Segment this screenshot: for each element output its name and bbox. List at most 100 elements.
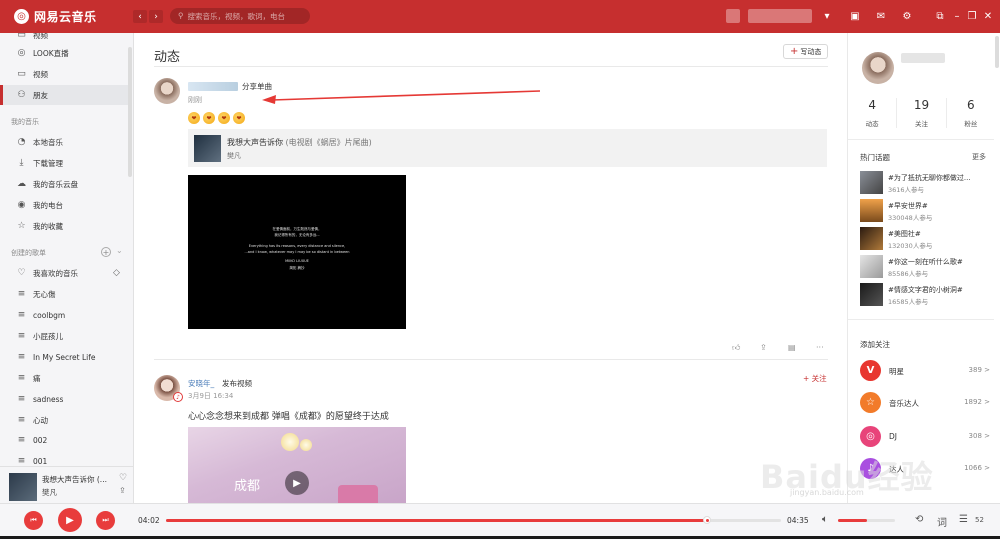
recommend-item-music-expert[interactable]: ☆ 音乐达人 1892 > [860, 392, 990, 414]
kiss-emoji-icon: ❤ [203, 112, 215, 124]
user-name-blurred[interactable] [901, 53, 945, 63]
search-input[interactable] [187, 11, 303, 21]
recommend-item-star[interactable]: V 明星 389 > [860, 360, 990, 382]
song-artist[interactable]: 樊凡 [227, 151, 241, 161]
stat-posts[interactable]: 4 动态 [848, 98, 898, 128]
follow-button[interactable]: + 关注 [803, 373, 827, 384]
topic-item[interactable]: #情感文字君的小树洞# 16585人参与 [860, 283, 990, 307]
playlist-item[interactable]: ≡ In My Secret Life [0, 347, 130, 367]
right-scrollbar[interactable] [995, 36, 999, 68]
sidebar-item-label: 我的收藏 [33, 221, 63, 231]
more-topics-link[interactable]: 更多 [972, 152, 986, 162]
user-name-blurred[interactable] [748, 9, 812, 23]
song-subtitle: (电视剧《蜗居》片尾曲) [285, 138, 372, 147]
progress-bar[interactable] [166, 516, 781, 524]
stat-label: 动态 [865, 120, 879, 128]
topic-item[interactable]: #美图社# 132030人参与 [860, 227, 990, 251]
topic-count: 3616人参与 [888, 186, 925, 194]
avatar[interactable] [862, 52, 894, 84]
playlist-item[interactable]: ≡ 001 [0, 451, 130, 466]
sidebar-item-friends[interactable]: ⚇ 朋友 [0, 85, 130, 105]
playlist-item[interactable]: ≡ 002 [0, 430, 130, 450]
shared-song-card[interactable]: 我想大声告诉你 (电视剧《蜗居》片尾曲) 樊凡 [188, 129, 827, 167]
chevron-down-icon[interactable]: ⌄ [116, 246, 123, 255]
like-icon[interactable]: 👍︎ [732, 343, 740, 353]
sidebar-item-video[interactable]: ▭ 视频 [0, 64, 130, 84]
user-avatar-blurred[interactable] [726, 9, 740, 23]
play-icon[interactable]: ▶ [58, 508, 82, 532]
stat-followers[interactable]: 6 粉丝 [947, 98, 994, 128]
song-cover[interactable] [194, 135, 221, 162]
topic-item[interactable]: #你这一刻在听什么歌# 85586人参与 [860, 255, 990, 279]
music-expert-icon: ☆ [860, 392, 881, 413]
app-logo[interactable]: ◎ 网易云音乐 [14, 8, 97, 25]
sidebar-item-label: 视频 [33, 69, 48, 79]
loop-icon[interactable]: ⟲ [915, 514, 923, 525]
sidebar-item-local-music[interactable]: ◔ 本地音乐 [0, 132, 130, 152]
play-icon[interactable]: ▶ [285, 471, 309, 495]
now-playing-title: 我想大声告诉你 (... [42, 475, 107, 484]
video-label: 成都 [234, 479, 261, 494]
more-icon[interactable]: ··· [816, 343, 824, 352]
post-user-name[interactable]: 安晓年_ [188, 378, 214, 389]
sidebar-item-download[interactable]: ⤓ 下载管理 [0, 153, 130, 173]
playlist-item[interactable]: ≡ 无心傷 [0, 284, 130, 304]
sidebar-item-radio[interactable]: ◉ 我的电台 [0, 195, 130, 215]
sidebar-item-label: 我喜欢的音乐 [33, 268, 78, 278]
playlist-item[interactable]: ≡ 痛 [0, 368, 130, 388]
now-playing-artist[interactable]: 樊凡 [42, 487, 57, 498]
playlist-liked[interactable]: ♡ 我喜欢的音乐 ◇ [0, 263, 130, 283]
sidebar-item-cloud[interactable]: ☁ 我的音乐云盘 [0, 174, 130, 194]
forward-button[interactable]: › [149, 10, 163, 23]
stat-following[interactable]: 19 关注 [897, 98, 947, 128]
avatar[interactable] [154, 78, 180, 104]
sidebar-scrollbar[interactable] [128, 47, 132, 177]
shared-image[interactable]: 在爱情面前，万生既然与爱情， 我记得所有的，无论有多远... Everythin… [188, 175, 406, 329]
mail-icon[interactable]: ✉ [874, 9, 888, 23]
lamp-decoration [300, 439, 312, 451]
skin-icon[interactable]: ▣ [848, 9, 862, 23]
page-title: 动态 [154, 50, 181, 65]
user-name-blurred[interactable] [188, 82, 238, 91]
share-icon[interactable]: ⇪ [119, 486, 126, 495]
playlist-item[interactable]: ≡ coolbgm [0, 305, 130, 325]
playlist-item[interactable]: ≡ 心动 [0, 410, 130, 430]
sidebar-item-look-live[interactable]: ◎ LOOK直播 [0, 43, 130, 63]
post-video[interactable]: 成都 ▶ [188, 427, 406, 503]
previous-icon[interactable]: ⏮ [24, 511, 43, 530]
sidebar-item-collection[interactable]: ☆ 我的收藏 [0, 216, 130, 236]
comment-icon[interactable]: ▤ [788, 343, 796, 352]
maximize-icon[interactable]: ❐ [965, 9, 979, 23]
topic-name: #早安世界# [888, 202, 928, 210]
playlist-item[interactable]: ≡ 小屁孩儿 [0, 326, 130, 346]
playlist-item[interactable]: ≡ sadness [0, 389, 130, 409]
now-playing-mini[interactable]: 我想大声告诉你 (... 樊凡 ♡ ⇪ [0, 466, 134, 503]
stat-label: 关注 [914, 120, 928, 128]
recommend-item-dj[interactable]: ◎ DJ 308 > [860, 426, 990, 448]
topic-item[interactable]: #早安世界# 330048人参与 [860, 199, 990, 223]
volume-icon[interactable]: 🔈︎ [822, 514, 828, 525]
heartbeat-mode-icon[interactable]: ◇ [113, 268, 120, 278]
write-post-button[interactable]: + 写动态 [783, 44, 829, 59]
partial-icon: ▭ [17, 33, 26, 40]
playlist-icon[interactable]: ☰ [959, 514, 968, 525]
back-button[interactable]: ‹ [133, 10, 147, 23]
search-box[interactable]: ⚲ [170, 8, 310, 24]
minimize-icon[interactable]: – [950, 9, 964, 23]
mini-mode-icon[interactable]: ⧉ [933, 9, 947, 23]
sidebar-item-label: 小屁孩儿 [33, 331, 63, 341]
topic-item[interactable]: #为了抵抗无聊你都做过... 3616人参与 [860, 171, 990, 195]
settings-icon[interactable]: ⚙ [900, 9, 914, 23]
add-playlist-icon[interactable]: + [101, 247, 111, 257]
volume-slider[interactable] [838, 519, 895, 522]
image-text-line: 我记得所有的，无论有多远... [274, 233, 320, 237]
dropdown-icon[interactable]: ▾ [820, 9, 834, 23]
like-icon[interactable]: ♡ [119, 473, 127, 483]
next-icon[interactable]: ⏭ [96, 511, 115, 530]
close-icon[interactable]: ✕ [981, 9, 995, 23]
progress-handle[interactable] [702, 516, 711, 524]
lyrics-icon[interactable]: 词 [937, 514, 947, 529]
radio-icon: ◉ [17, 200, 26, 210]
forward-icon[interactable]: ⇪ [760, 343, 767, 352]
album-cover[interactable] [9, 473, 37, 501]
